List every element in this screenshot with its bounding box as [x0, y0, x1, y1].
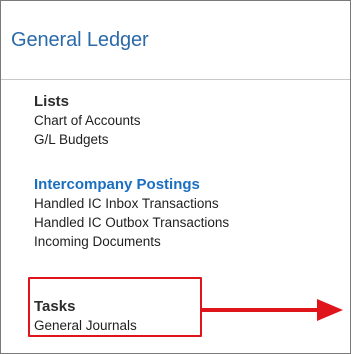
- link-handled-ic-outbox-transactions[interactable]: Handled IC Outbox Transactions: [34, 213, 229, 232]
- panel-header: General Ledger: [1, 1, 350, 80]
- link-chart-of-accounts[interactable]: Chart of Accounts: [34, 111, 141, 130]
- highlight-box: [28, 277, 202, 337]
- group-intercompany-postings: Intercompany Postings Handled IC Inbox T…: [34, 175, 229, 251]
- navigation-panel: General Ledger Lists Chart of Accounts G…: [0, 0, 351, 354]
- group-title-intercompany-postings: Intercompany Postings: [34, 176, 200, 193]
- annotation-arrow-line: [202, 308, 318, 312]
- link-handled-ic-inbox-transactions[interactable]: Handled IC Inbox Transactions: [34, 194, 229, 213]
- link-incoming-documents[interactable]: Incoming Documents: [34, 232, 229, 251]
- page-title: General Ledger: [11, 29, 149, 51]
- link-gl-budgets[interactable]: G/L Budgets: [34, 130, 141, 149]
- annotation-arrow-head-icon: [317, 299, 343, 321]
- group-title-lists: Lists: [34, 93, 70, 110]
- group-lists: Lists Chart of Accounts G/L Budgets: [34, 92, 141, 149]
